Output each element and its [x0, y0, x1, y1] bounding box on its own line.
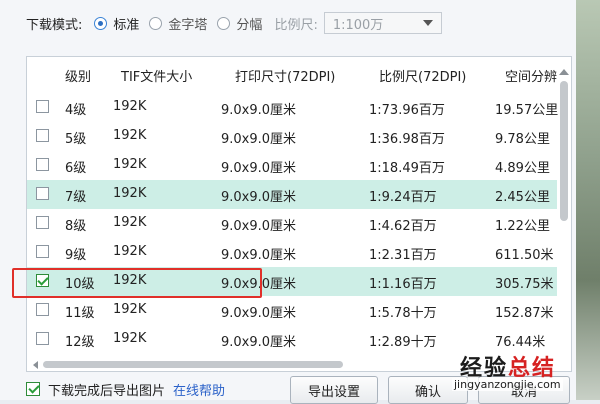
row-checkbox[interactable]: [36, 303, 49, 316]
radio-dot-icon: [149, 16, 163, 30]
cell-resolution: 76.44米: [495, 335, 546, 350]
horizontal-scroll-thumb[interactable]: [43, 361, 343, 368]
table-header: 级别 TIF文件大小 打印尺寸(72DPI) 比例尺(72DPI) 空间分辨: [27, 57, 571, 91]
cell-level: 5级: [65, 132, 87, 147]
cell-tif-size: 192K: [113, 186, 147, 201]
cell-resolution: 305.75米: [495, 277, 554, 292]
background-map-strip: [576, 0, 600, 400]
row-checkbox[interactable]: [36, 332, 49, 345]
table-row[interactable]: 12级 192K 9.0x9.0厘米 1:2.89十万 76.44米: [27, 325, 557, 354]
vertical-scroll-thumb[interactable]: [560, 81, 568, 221]
radio-framing[interactable]: 分幅: [217, 14, 262, 33]
cell-print-size: 9.0x9.0厘米: [221, 103, 297, 118]
cell-scale: 1:73.96百万: [369, 103, 445, 118]
radio-standard[interactable]: 标准: [94, 14, 139, 33]
cell-resolution: 4.89公里: [495, 161, 550, 176]
cell-resolution: 19.57公里: [495, 103, 559, 118]
cell-print-size: 9.0x9.0厘米: [221, 132, 297, 147]
table-row[interactable]: 7级 192K 9.0x9.0厘米 1:9.24百万 2.45公里: [27, 180, 557, 209]
radio-pyramid-label: 金字塔: [168, 17, 208, 33]
col-header-tif-size[interactable]: TIF文件大小: [121, 66, 192, 85]
scale-select[interactable]: 1:100万: [323, 12, 442, 34]
online-help-link[interactable]: 在线帮助: [173, 380, 225, 399]
radio-pyramid[interactable]: 金字塔: [149, 14, 207, 33]
cell-scale: 1:4.62百万: [369, 219, 437, 234]
table-row[interactable]: 4级 192K 9.0x9.0厘米 1:73.96百万 19.57公里: [27, 93, 559, 122]
cell-print-size: 9.0x9.0厘米: [221, 190, 297, 205]
radio-dot-icon: [94, 16, 108, 30]
cell-print-size: 9.0x9.0厘米: [221, 248, 297, 263]
cell-tif-size: 192K: [113, 99, 147, 114]
table-row[interactable]: 11级 192K 9.0x9.0厘米 1:5.78十万 152.87米: [27, 296, 557, 325]
cell-resolution: 152.87米: [495, 306, 554, 321]
cell-level: 7级: [65, 190, 87, 205]
cell-tif-size: 192K: [113, 157, 147, 172]
col-header-level[interactable]: 级别: [65, 66, 91, 85]
col-header-resolution[interactable]: 空间分辨: [505, 66, 557, 85]
cell-tif-size: 192K: [113, 302, 147, 317]
cell-tif-size: 192K: [113, 331, 147, 346]
row-checkbox[interactable]: [36, 100, 49, 113]
vertical-scrollbar[interactable]: [559, 69, 569, 359]
cell-resolution: 611.50米: [495, 248, 554, 263]
cell-level: 6级: [65, 161, 87, 176]
table-row[interactable]: 9级 192K 9.0x9.0厘米 1:2.31百万 611.50米: [27, 238, 557, 267]
cell-level: 12级: [65, 335, 95, 350]
table-row[interactable]: 8级 192K 9.0x9.0厘米 1:4.62百万 1.22公里: [27, 209, 557, 238]
download-mode-label: 下载模式:: [26, 17, 83, 33]
col-header-print-size[interactable]: 打印尺寸(72DPI): [235, 66, 335, 85]
cell-scale: 1:9.24百万: [369, 190, 437, 205]
cell-tif-size: 192K: [113, 128, 147, 143]
cell-scale: 1:18.49百万: [369, 161, 445, 176]
cell-print-size: 9.0x9.0厘米: [221, 306, 297, 321]
cell-level: 9级: [65, 248, 87, 263]
cell-scale: 1:5.78十万: [369, 306, 437, 321]
cell-tif-size: 192K: [113, 244, 147, 259]
scale-select-value: 1:100万: [332, 17, 384, 33]
radio-dot-icon: [217, 16, 231, 30]
table-row[interactable]: 5级 192K 9.0x9.0厘米 1:36.98百万 9.78公里: [27, 122, 557, 151]
col-header-scale[interactable]: 比例尺(72DPI): [379, 66, 466, 85]
scale-label: 比例尺:: [274, 17, 318, 33]
cell-resolution: 2.45公里: [495, 190, 550, 205]
radio-framing-label: 分幅: [236, 17, 263, 33]
scroll-up-icon[interactable]: [559, 69, 569, 75]
cell-tif-size: 192K: [113, 215, 147, 230]
export-after-download-label: 下载完成后导出图片: [48, 383, 166, 399]
radio-standard-label: 标准: [113, 17, 140, 33]
horizontal-scrollbar[interactable]: [29, 359, 557, 369]
cell-scale: 1:1.16百万: [369, 277, 437, 292]
row-checkbox[interactable]: [36, 187, 49, 200]
footer-options: 下载完成后导出图片 在线帮助: [26, 378, 225, 400]
cell-resolution: 1.22公里: [495, 219, 550, 234]
cell-resolution: 9.78公里: [495, 132, 550, 147]
row-checkbox[interactable]: [36, 245, 49, 258]
level-table: 级别 TIF文件大小 打印尺寸(72DPI) 比例尺(72DPI) 空间分辨 4…: [26, 56, 572, 372]
annotation-highlight-box: [12, 268, 262, 298]
cell-print-size: 9.0x9.0厘米: [221, 161, 297, 176]
row-checkbox[interactable]: [36, 158, 49, 171]
cell-scale: 1:2.31百万: [369, 248, 437, 263]
cell-scale: 1:36.98百万: [369, 132, 445, 147]
cell-level: 4级: [65, 103, 87, 118]
cell-print-size: 9.0x9.0厘米: [221, 335, 297, 350]
cell-level: 11级: [65, 306, 95, 321]
cell-level: 8级: [65, 219, 87, 234]
row-checkbox[interactable]: [36, 216, 49, 229]
export-after-download-checkbox[interactable]: [26, 382, 40, 396]
table-row[interactable]: 6级 192K 9.0x9.0厘米 1:18.49百万 4.89公里: [27, 151, 557, 180]
cell-scale: 1:2.89十万: [369, 335, 437, 350]
row-checkbox[interactable]: [36, 129, 49, 142]
chevron-down-icon: [422, 20, 433, 26]
download-dialog: 下载模式: 标准 金字塔 分幅 比例尺: 1:100万 级别 TIF文件大小 打…: [0, 0, 576, 404]
download-mode-row: 下载模式: 标准 金字塔 分幅 比例尺: 1:100万: [26, 12, 442, 34]
scroll-left-icon[interactable]: [33, 361, 38, 369]
cell-print-size: 9.0x9.0厘米: [221, 219, 297, 234]
